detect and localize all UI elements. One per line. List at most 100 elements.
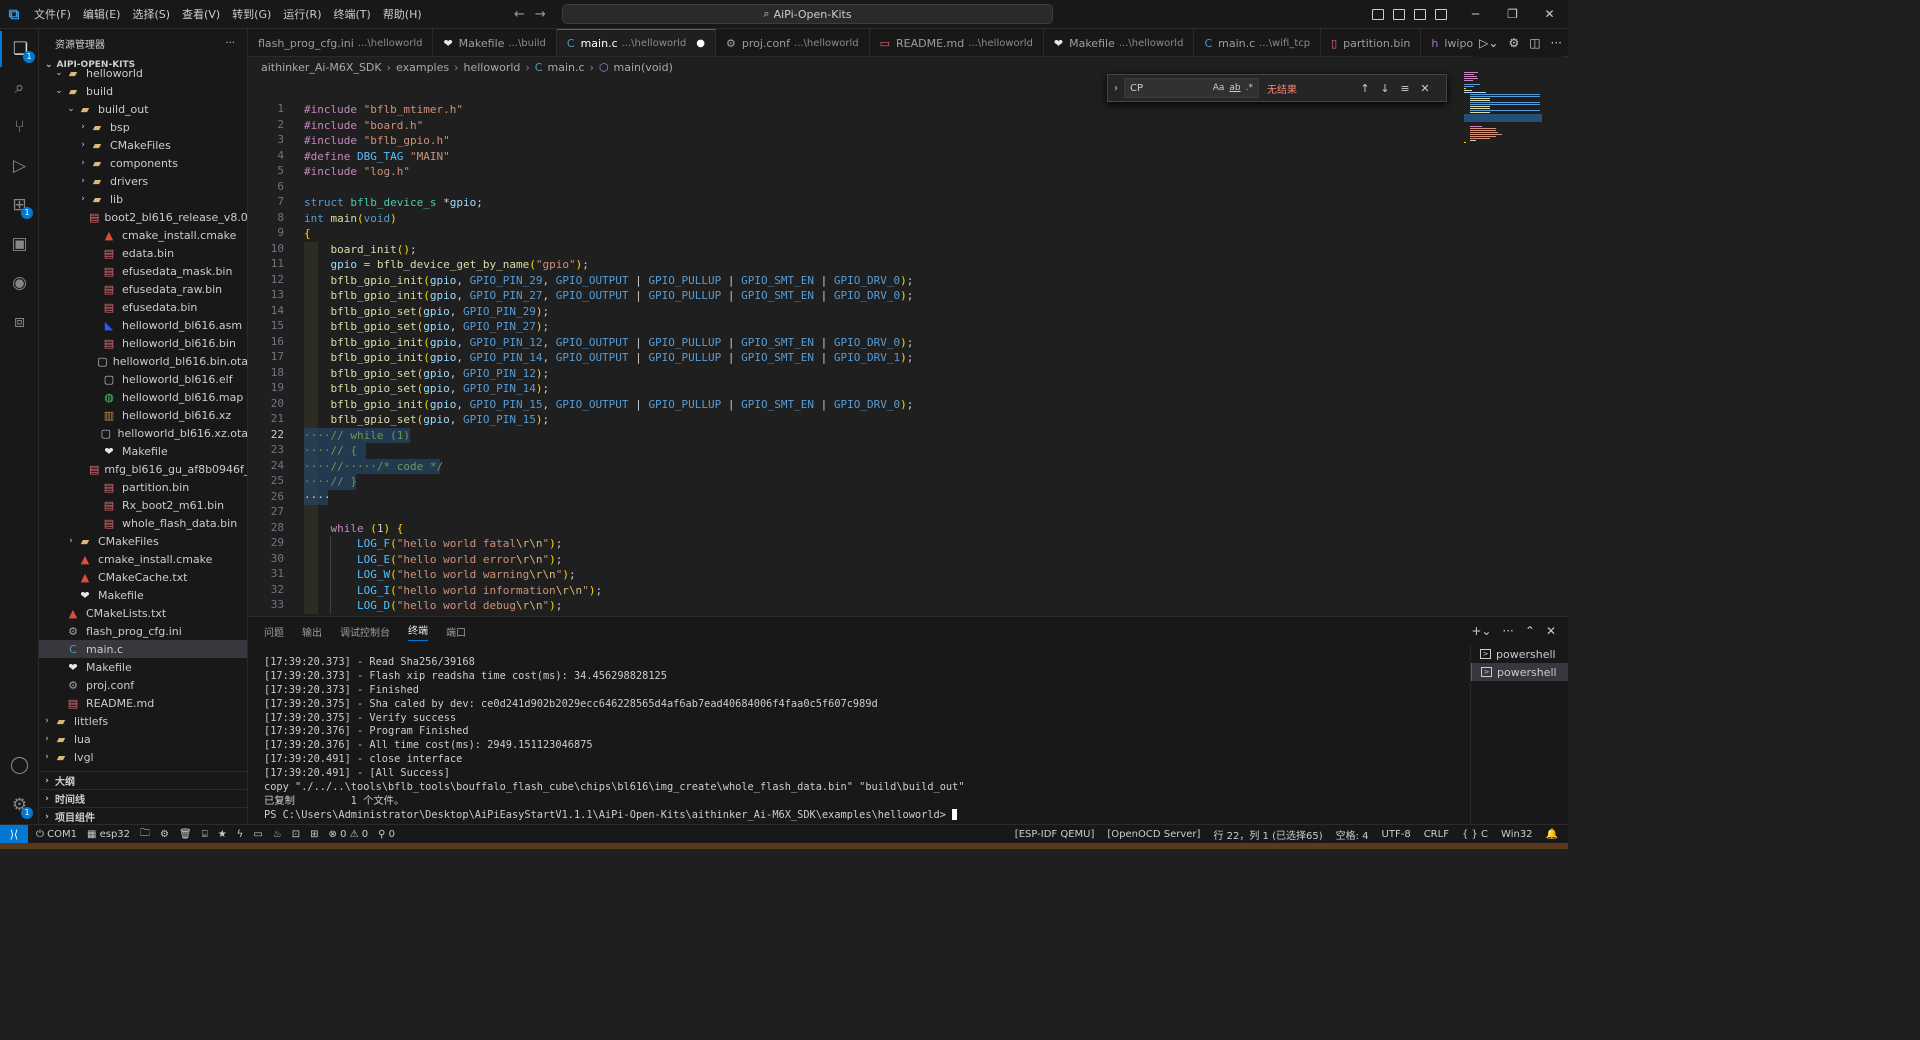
terminal-output[interactable]: [17:39:20.373] - Read Sha256/39168 [17:39… xyxy=(264,656,1464,823)
menu-go[interactable]: 转到(G) xyxy=(226,0,277,29)
editor-tab[interactable]: ❤ Makefile ...\build xyxy=(433,29,557,56)
tree-file[interactable]: ❤ Makefile xyxy=(39,442,247,460)
terminal-item[interactable]: > powershell xyxy=(1471,645,1568,663)
monitor-icon[interactable]: ▭ xyxy=(253,829,262,840)
build-cylinder-icon[interactable]: ⌸ xyxy=(202,829,208,840)
tree-file[interactable]: ▤ partition.bin xyxy=(39,478,247,496)
remote-explorer-icon[interactable]: ⧈ xyxy=(0,304,39,340)
tree-file[interactable]: ▤ helloworld_bl616.bin xyxy=(39,334,247,352)
folder-status-icon[interactable]: 🗀 xyxy=(140,826,150,843)
previous-match-arrow-icon[interactable]: ↑ xyxy=(1355,82,1375,95)
tree-file[interactable]: ▤ efusedata_mask.bin xyxy=(39,262,247,280)
tree-file[interactable]: Cmain.c xyxy=(39,640,247,658)
menu-terminal[interactable]: 终端(T) xyxy=(328,0,377,29)
tree-file[interactable]: ▲ CMakeCache.txt xyxy=(39,568,247,586)
match-case-toggle[interactable]: Aa xyxy=(1213,83,1225,93)
close-find-icon[interactable]: ✕ xyxy=(1415,82,1435,95)
idf-target-status[interactable]: ▦ esp32 xyxy=(87,829,130,840)
tree-file[interactable]: ❤ Makefile xyxy=(39,586,247,604)
tree-file[interactable]: ▤ Rx_boot2_m61.bin xyxy=(39,496,247,514)
maximize-panel-chevron-up-icon[interactable]: ⌃ xyxy=(1525,624,1535,638)
panel-more-icon[interactable]: ··· xyxy=(1502,624,1513,638)
search-view-icon[interactable]: ⌕ xyxy=(0,70,39,106)
tree-folder[interactable]: › ▰ lib xyxy=(39,190,247,208)
breadcrumb-file[interactable]: main.c xyxy=(547,61,584,74)
editor-tab[interactable]: Cmain.c ...\helloworld ● xyxy=(556,29,716,56)
manage-gear-icon[interactable]: ⚙ 1 xyxy=(0,787,39,823)
eol-status[interactable]: CRLF xyxy=(1424,829,1449,840)
tree-folder[interactable]: › ▰ CMakeFiles xyxy=(39,136,247,154)
editor-tab[interactable]: flash_prog_cfg.ini ...\helloworld xyxy=(248,29,434,56)
tree-file[interactable]: ▤ edata.bin xyxy=(39,244,247,262)
close-window-icon[interactable]: ✕ xyxy=(1531,0,1568,29)
menu-edit[interactable]: 编辑(E) xyxy=(77,0,127,29)
menu-file[interactable]: 文件(F) xyxy=(28,0,77,29)
find-in-selection-icon[interactable]: ≡ xyxy=(1395,82,1415,95)
flash-star-icon[interactable]: ★ xyxy=(218,829,227,840)
ports-status[interactable]: ⚲ 0 xyxy=(378,829,395,840)
tree-folder[interactable]: ⌄ ▰ build xyxy=(39,82,247,100)
settings-gear-icon[interactable]: ⚙ xyxy=(1508,36,1519,50)
editor-tab[interactable]: Cmain.c ...\wifi_tcp xyxy=(1194,29,1322,56)
find-input[interactable]: CP Aa ab .* xyxy=(1124,78,1259,98)
editor-tab[interactable]: ❤ Makefile ...\helloworld xyxy=(1044,29,1195,56)
terminal-item-active[interactable]: > powershell xyxy=(1471,663,1568,681)
run-icon[interactable]: ▷⌄ xyxy=(1479,36,1498,50)
match-whole-word-toggle[interactable]: ab xyxy=(1229,83,1240,93)
serial-port-status[interactable]: ⏻ COM1 xyxy=(36,829,77,840)
tree-file[interactable]: ▢ helloworld_bl616.elf xyxy=(39,370,247,388)
run-debug-icon[interactable]: ▷ xyxy=(0,148,39,184)
sdkconfig-gear-icon[interactable]: ⚙ xyxy=(160,829,169,840)
account-icon[interactable]: ◯ xyxy=(0,747,39,783)
unsaved-dot-icon[interactable]: ● xyxy=(696,38,705,49)
back-arrow-icon[interactable]: ← xyxy=(514,7,525,22)
forward-arrow-icon[interactable]: → xyxy=(535,7,546,22)
esp-idf-qemu-status[interactable]: [ESP-IDF QEMU] xyxy=(1015,829,1095,840)
tree-file[interactable]: ▤ README.md xyxy=(39,694,247,712)
problems-status[interactable]: ⊗ 0 ⚠ 0 xyxy=(328,829,368,840)
timeline-section[interactable]: › 时间线 xyxy=(39,789,247,807)
tab-output[interactable]: 输出 xyxy=(302,624,322,639)
esp-idf-icon[interactable]: ◉ xyxy=(0,265,39,301)
full-clean-trash-icon[interactable]: 🗑 xyxy=(179,829,192,840)
breadcrumb-symbol[interactable]: main(void) xyxy=(614,61,673,74)
project-components-section[interactable]: › 项目组件 xyxy=(39,807,247,824)
new-terminal-plus-icon[interactable]: +⌄ xyxy=(1471,624,1491,638)
tree-file[interactable]: ◍ helloworld_bl616.map xyxy=(39,388,247,406)
next-match-arrow-icon[interactable]: ↓ xyxy=(1375,82,1395,95)
menu-help[interactable]: 帮助(H) xyxy=(377,0,428,29)
tree-folder[interactable]: › ▰ components xyxy=(39,154,247,172)
code-editor[interactable]: 1 2 3 4 5 6 7 8 9 10 11 12 13 14 15 16 17 18 19 20 21 22 23 24 2… xyxy=(248,77,1568,616)
breadcrumb-examples[interactable]: examples xyxy=(396,61,449,74)
tree-file[interactable]: ▲ cmake_install.cmake xyxy=(39,550,247,568)
source-control-icon[interactable]: ⑂ xyxy=(0,109,39,145)
editor-tab[interactable]: ⚙ proj.conf ...\helloworld xyxy=(716,29,870,56)
toggle-sidebar-icon[interactable] xyxy=(1372,9,1384,20)
tree-file[interactable]: ❤ Makefile xyxy=(39,658,247,676)
toggle-replace-chevron-icon[interactable]: › xyxy=(1108,83,1124,94)
tree-folder[interactable]: › ▰ lvgl xyxy=(39,748,247,766)
tree-file[interactable]: ▤ whole_flash_data.bin xyxy=(39,514,247,532)
indentation-status[interactable]: 空格: 4 xyxy=(1336,827,1369,842)
breadcrumb-helloworld[interactable]: helloworld xyxy=(464,61,521,74)
tree-folder[interactable]: ⌄ ▰ build_out xyxy=(39,100,247,118)
explorer-more-icon[interactable]: ··· xyxy=(225,38,235,49)
tree-file[interactable]: ▤ boot2_bl616_release_v8.0... xyxy=(39,208,247,226)
encoding-status[interactable]: UTF-8 xyxy=(1382,829,1411,840)
remote-indicator-icon[interactable]: ⟩⟨ xyxy=(0,824,28,844)
outline-section[interactable]: › 大纲 xyxy=(39,771,247,789)
customize-layout-icon[interactable] xyxy=(1435,9,1447,20)
tree-file[interactable]: ▥ helloworld_bl616.xz xyxy=(39,406,247,424)
flash-lightning-icon[interactable]: ϟ xyxy=(237,829,244,840)
notifications-bell-icon[interactable]: 🔔 xyxy=(1546,829,1558,840)
chip-icon[interactable]: ▣ xyxy=(0,226,39,262)
minimize-icon[interactable]: ─ xyxy=(1457,0,1494,29)
tree-folder[interactable]: › ▰ littlefs xyxy=(39,712,247,730)
more-actions-icon[interactable]: ··· xyxy=(1551,36,1562,50)
tree-folder[interactable]: ⌄ ▰ helloworld xyxy=(39,64,247,82)
openocd-status[interactable]: [OpenOCD Server] xyxy=(1107,829,1200,840)
tab-problems[interactable]: 问题 xyxy=(264,624,284,639)
tab-debug-console[interactable]: 调试控制台 xyxy=(340,624,390,639)
tree-file[interactable]: ▤ efusedata_raw.bin xyxy=(39,280,247,298)
extensions-icon[interactable]: ⊞ 1 xyxy=(0,187,39,223)
